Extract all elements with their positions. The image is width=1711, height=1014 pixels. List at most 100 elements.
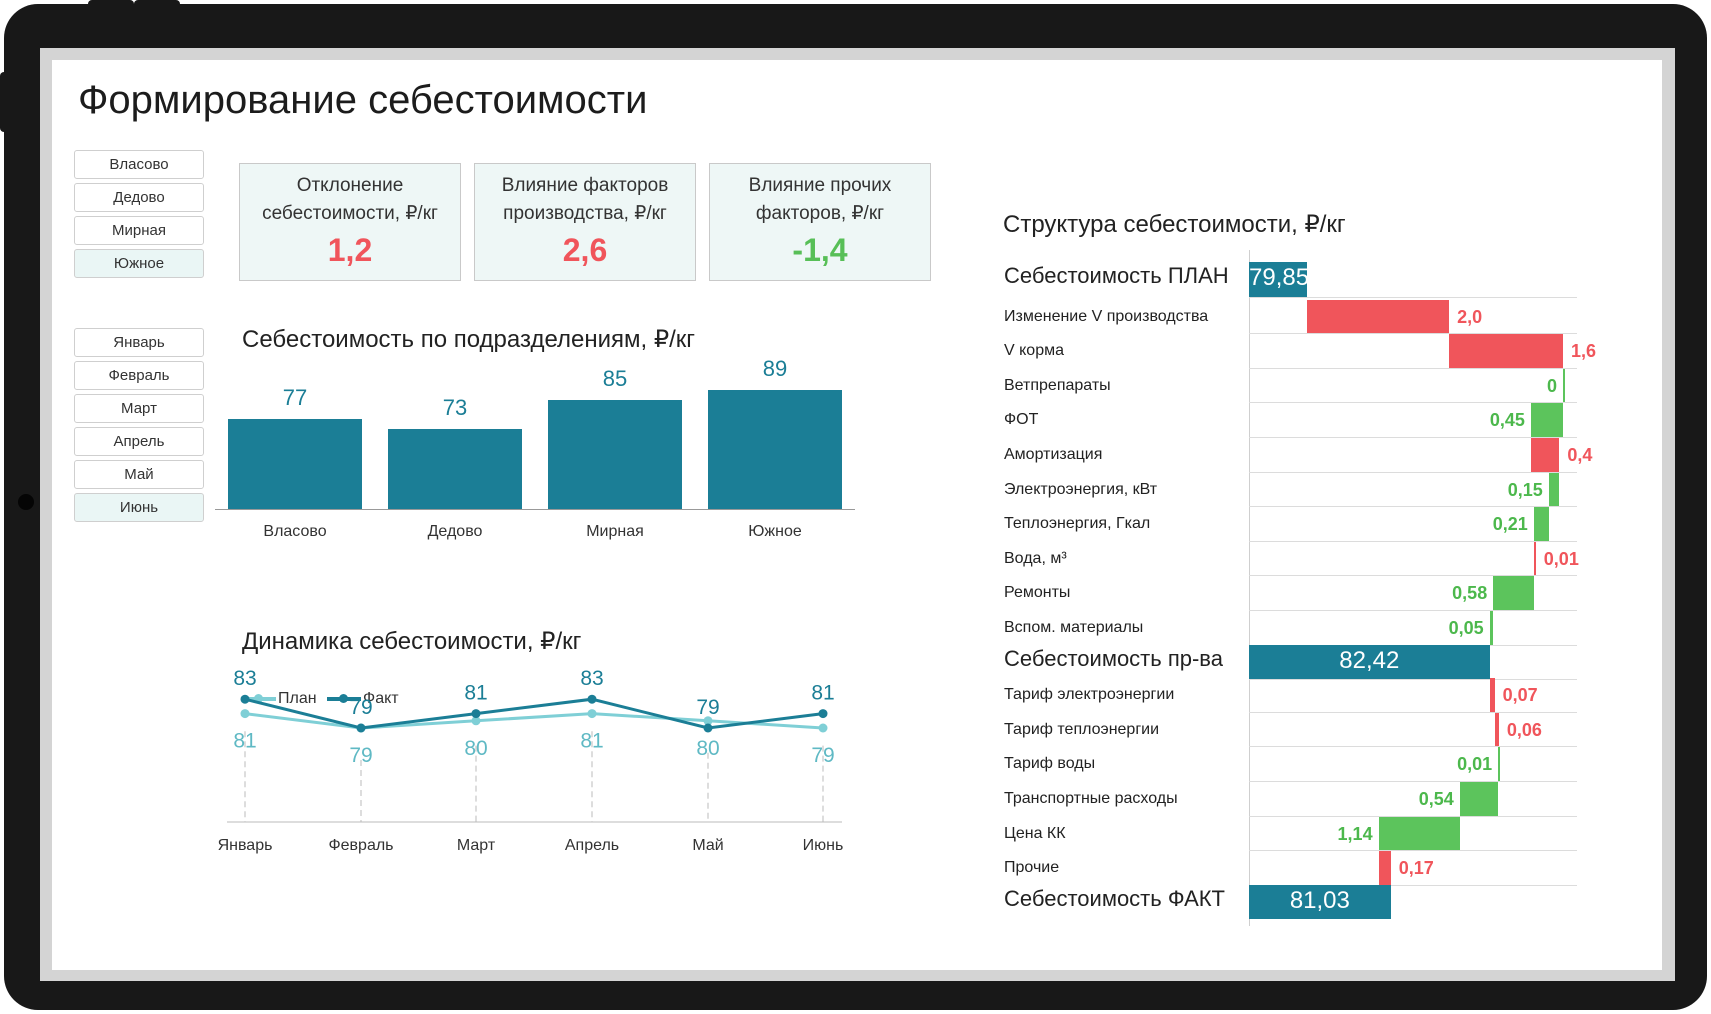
waterfall-row-label: Вспом. материалы xyxy=(1004,619,1144,636)
waterfall-total-row: Себестоимость пр-ва 82,42 xyxy=(997,644,1617,681)
waterfall-row: Транспортные расходы 0,54 xyxy=(997,781,1617,817)
tablet-side-button xyxy=(0,72,10,132)
line-point-fact xyxy=(703,723,713,733)
waterfall-row: Амортизация 0,4 xyxy=(997,437,1617,473)
waterfall-value-label: 1,14 xyxy=(1337,823,1373,844)
waterfall-increase-bar[interactable] xyxy=(1306,299,1450,334)
line-category-label: Январь xyxy=(218,837,273,854)
waterfall-value-label: 0,01 xyxy=(1457,754,1493,775)
waterfall-increase-bar[interactable] xyxy=(1530,438,1560,472)
waterfall-total-value: 81,03 xyxy=(1289,886,1350,914)
line-category-label: Февраль xyxy=(328,837,393,854)
line-value-label: 83 xyxy=(580,667,603,690)
waterfall-row-label: Цена КК xyxy=(1004,824,1066,842)
line-value-label: 81 xyxy=(464,682,487,705)
waterfall-increase-bar[interactable] xyxy=(1494,712,1499,747)
waterfall-decrease-bar[interactable] xyxy=(1498,747,1501,781)
waterfall-total-value: 82,42 xyxy=(1339,646,1400,674)
waterfall-value-label: 0,45 xyxy=(1489,410,1525,431)
waterfall-row-label: Тариф воды xyxy=(1004,755,1096,773)
waterfall-row: Тариф теплоэнергии 0,06 xyxy=(997,712,1617,748)
line-value-label: 79 xyxy=(811,744,834,767)
line-value-label: 81 xyxy=(811,682,834,705)
line-category-label: Май xyxy=(692,837,723,854)
waterfall-increase-bar[interactable] xyxy=(1533,541,1536,576)
waterfall-row-label: Себестоимость ПЛАН xyxy=(1004,263,1229,288)
waterfall-increase-bar[interactable] xyxy=(1449,334,1563,368)
waterfall-row-label: Электроэнергия, кВт xyxy=(1004,480,1158,498)
waterfall-row-label: Вода, м³ xyxy=(1004,549,1067,567)
line-value-label: 80 xyxy=(464,737,487,760)
line-value-label: 80 xyxy=(696,737,719,760)
waterfall-row-label: Тариф теплоэнергии xyxy=(1004,720,1160,738)
line-value-label: 79 xyxy=(349,744,372,767)
waterfall-row: Вода, м³ 0,01 xyxy=(997,541,1617,577)
line-value-label: 79 xyxy=(349,696,372,719)
waterfall-row: Изменение V производства 2,0 xyxy=(997,299,1617,335)
waterfall-value-label: 1,6 xyxy=(1570,341,1597,362)
waterfall-value-label: 0,58 xyxy=(1452,583,1488,604)
waterfall-value-label: 0,06 xyxy=(1506,719,1542,740)
waterfall-value-label: 0,07 xyxy=(1502,685,1538,706)
waterfall-row-label: Ремонты xyxy=(1004,584,1071,602)
line-point-plan xyxy=(587,709,597,719)
waterfall-row: Прочие 0,17 xyxy=(997,850,1617,886)
waterfall-decrease-bar[interactable] xyxy=(1493,576,1535,610)
waterfall-row: Тариф электроэнергии 0,07 xyxy=(997,677,1617,713)
line-point-fact xyxy=(818,709,828,719)
waterfall-row-label: Себестоимость ФАКТ xyxy=(1004,885,1225,911)
waterfall-decrease-bar[interactable] xyxy=(1533,507,1549,541)
waterfall-row: Ветпрепараты 0 xyxy=(997,368,1617,404)
waterfall-row-label: Изменение V производства xyxy=(1004,307,1209,325)
waterfall-decrease-bar[interactable] xyxy=(1548,472,1560,507)
waterfall-decrease-bar[interactable] xyxy=(1530,403,1563,437)
line-value-label: 81 xyxy=(233,730,256,753)
waterfall-row: Ремонты 0,58 xyxy=(997,575,1617,611)
line-point-fact xyxy=(240,694,250,704)
waterfall-decrease-bar[interactable] xyxy=(1489,611,1494,645)
tablet-camera xyxy=(18,494,34,510)
waterfall-decrease-bar[interactable] xyxy=(1378,816,1460,851)
waterfall-value-label: 0,21 xyxy=(1492,514,1528,535)
line-value-label: 79 xyxy=(696,696,719,719)
waterfall-row-label: Себестоимость пр-ва xyxy=(1004,645,1223,671)
waterfall-row-divider xyxy=(1249,296,1577,298)
line-value-label: 83 xyxy=(233,667,256,690)
line-point-fact xyxy=(471,709,481,719)
waterfall-row-label: V корма xyxy=(1004,342,1064,360)
waterfall-row: V корма 1,6 xyxy=(997,333,1617,369)
tablet-top-button xyxy=(88,0,134,10)
line-category-label: Июнь xyxy=(803,837,844,854)
cost-structure-waterfall: Структура себестоимости, ₽/кг Себестоимо… xyxy=(997,210,1617,926)
waterfall-decrease-bar[interactable] xyxy=(1562,368,1565,403)
line-point-plan xyxy=(818,723,828,733)
waterfall-increase-bar[interactable] xyxy=(1378,851,1391,885)
waterfall-row-label: Тариф электроэнергии xyxy=(1004,686,1175,704)
line-value-label: 81 xyxy=(580,730,603,753)
cost-dynamics-line-chart: Январь Февраль Март Апрель Май Июнь 81 79 80 81 80… xyxy=(218,667,844,854)
waterfall-increase-bar[interactable] xyxy=(1489,678,1495,712)
waterfall-value-label: 0,17 xyxy=(1398,858,1434,879)
waterfall-total-value: 79,85 xyxy=(1249,264,1310,291)
line-category-label: Март xyxy=(457,837,496,854)
waterfall-row: Электроэнергия, кВт 0,15 xyxy=(997,472,1617,508)
line-point-fact xyxy=(587,694,597,704)
waterfall-value-label: 0,05 xyxy=(1448,618,1484,638)
waterfall-row-label: Амортизация xyxy=(1004,446,1103,463)
waterfall-row: ФОТ 0,45 xyxy=(997,402,1617,438)
waterfall-total-row: Себестоимость ФАКТ 81,03 xyxy=(997,884,1617,920)
waterfall-value-label: 0,4 xyxy=(1567,445,1593,465)
waterfall-decrease-bar[interactable] xyxy=(1459,782,1499,816)
waterfall-row-label: ФОТ xyxy=(1004,411,1039,429)
waterfall-row: Цена КК 1,14 xyxy=(997,816,1617,852)
waterfall-value-label: 2,0 xyxy=(1457,306,1483,327)
waterfall-row: Вспом. материалы 0,05 xyxy=(997,610,1617,646)
line-point-plan xyxy=(240,709,250,719)
waterfall-row: Теплоэнергия, Гкал 0,21 xyxy=(997,506,1617,542)
waterfall-row-label: Теплоэнергия, Гкал xyxy=(1004,515,1151,533)
waterfall-value-label: 0 xyxy=(1546,375,1557,396)
waterfall-title: Структура себестоимости, ₽/кг xyxy=(1003,211,1346,238)
waterfall-row-label: Ветпрепараты xyxy=(1004,376,1111,394)
line-category-label: Апрель xyxy=(565,837,619,854)
line-point-fact xyxy=(356,723,366,733)
